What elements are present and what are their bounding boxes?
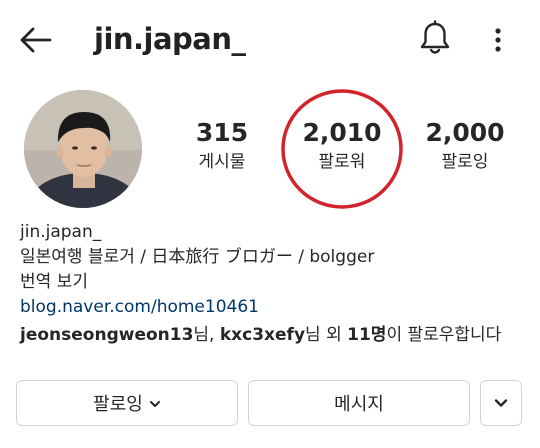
following-button[interactable]: 팔로잉: [16, 380, 238, 426]
following-count: 2,000: [425, 118, 505, 147]
bio-description: 일본여행 블로거 / 日本旅行 ブロガー / bolgger: [20, 247, 375, 267]
following-button-label: 팔로잉: [93, 394, 143, 415]
see-translation-link[interactable]: 번역 보기: [20, 270, 530, 295]
bell-icon[interactable]: [418, 20, 452, 58]
posts-label: 게시물: [198, 152, 246, 172]
profile-name: jin.japan_: [20, 222, 102, 242]
profile-bio: jin.japan_ 일본여행 블로거 / 日本旅行 ブロガー / bolgge…: [20, 220, 530, 348]
follower-username-2[interactable]: kxc3xefy: [220, 325, 305, 345]
following-label: 팔로잉: [441, 152, 489, 172]
followed-by-suffix-2: 님 외: [305, 325, 348, 345]
followers-count: 2,010: [302, 118, 382, 147]
suggested-accounts-button[interactable]: [480, 380, 522, 426]
followed-by-suffix-1: 님,: [193, 325, 220, 345]
message-button-label: 메시지: [334, 394, 384, 415]
mutual-followers-count: 11명: [347, 325, 387, 345]
message-button[interactable]: 메시지: [248, 380, 470, 426]
follower-username-1[interactable]: jeonseongweon13: [20, 325, 193, 345]
followers-count-stat[interactable]: 2,010 팔로워: [296, 118, 388, 174]
posts-count: 315: [195, 118, 249, 147]
following-count-stat[interactable]: 2,000 팔로잉: [420, 118, 510, 174]
profile-avatar[interactable]: [24, 90, 142, 208]
posts-count-stat[interactable]: 315 게시물: [178, 118, 266, 174]
chevron-down-icon: [149, 393, 161, 414]
followers-label: 팔로워: [318, 152, 366, 172]
top-bar: jin.japan_: [0, 0, 540, 78]
chevron-down-icon: [493, 393, 509, 414]
profile-username-title: jin.japan_: [94, 22, 246, 56]
followed-by-suffix-3: 이 팔로우합니다: [386, 325, 502, 345]
vertical-dots-icon[interactable]: [486, 22, 510, 58]
back-arrow-icon[interactable]: [18, 22, 54, 58]
followed-by-text[interactable]: jeonseongweon13님, kxc3xefy님 외 11명이 팔로우합니…: [20, 323, 530, 348]
bio-website-link[interactable]: blog.naver.com/home10461: [20, 295, 530, 320]
